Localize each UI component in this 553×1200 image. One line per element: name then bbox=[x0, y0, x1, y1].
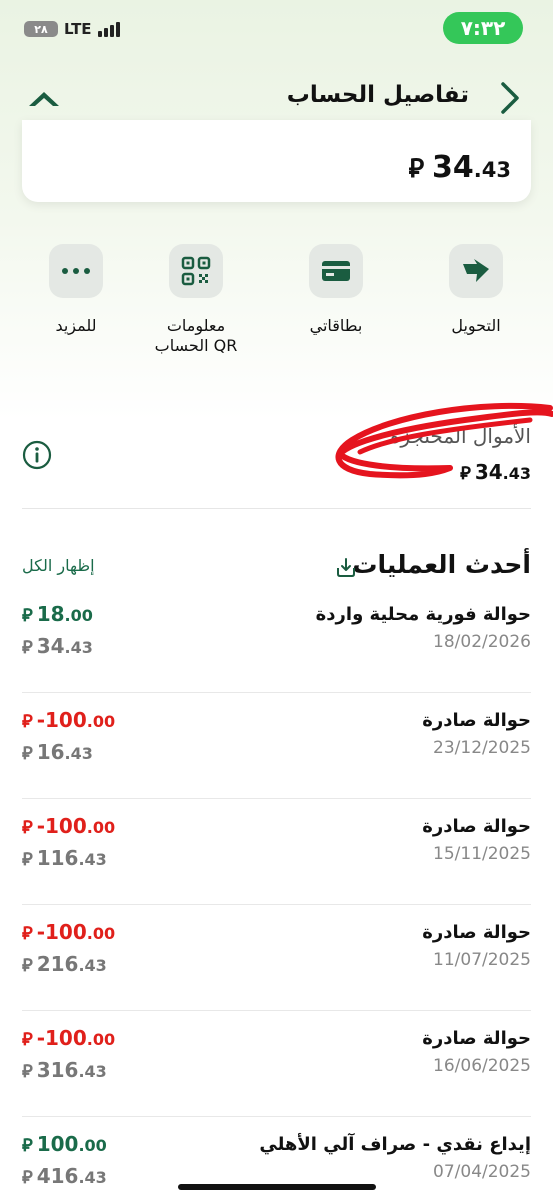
show-all-link[interactable]: إظهار الكل bbox=[22, 556, 95, 575]
transaction-balance: ⃁ 216.43 bbox=[22, 952, 107, 976]
divider bbox=[22, 508, 531, 509]
reserved-funds: الأموال المحتجزة ⃁ 34.43 bbox=[0, 420, 553, 490]
riyal-icon: ⃁ bbox=[22, 605, 33, 626]
chevron-up-icon[interactable] bbox=[26, 86, 62, 110]
riyal-icon: ⃁ bbox=[22, 1061, 33, 1082]
riyal-icon: ⃁ bbox=[22, 817, 33, 838]
action-label: للمزيد bbox=[55, 316, 97, 335]
balance-amount: ⃁ 34.43 bbox=[409, 150, 511, 185]
divider bbox=[22, 1010, 531, 1011]
transaction-amount: ⃁ -100.00 bbox=[22, 1026, 116, 1050]
transfer-icon bbox=[463, 259, 489, 282]
transaction-balance: ⃁ 116.43 bbox=[22, 846, 107, 870]
transaction-amount: ⃁ 18.00 bbox=[22, 602, 93, 626]
action-transfer[interactable]: التحويل bbox=[421, 244, 531, 336]
action-more[interactable]: للمزيد bbox=[21, 244, 131, 336]
transaction-balance: ⃁ 34.43 bbox=[22, 634, 93, 658]
riyal-icon: ⃁ bbox=[460, 463, 471, 484]
action-qr[interactable]: معلومات الحساب QR bbox=[141, 244, 251, 356]
riyal-icon: ⃁ bbox=[22, 743, 33, 764]
action-label: معلومات الحساب QR bbox=[154, 316, 238, 355]
transaction-amount: ⃁ -100.00 bbox=[22, 920, 116, 944]
reserved-amount: ⃁ 34.43 bbox=[460, 460, 531, 484]
divider bbox=[22, 1116, 531, 1117]
qr-icon bbox=[181, 256, 211, 286]
divider bbox=[22, 904, 531, 905]
quick-actions: التحويل بطاقاتي معلومات الحساب QR للمزيد bbox=[0, 244, 553, 364]
balance-int: 34 bbox=[432, 150, 474, 185]
riyal-icon: ⃁ bbox=[22, 849, 33, 870]
riyal-icon: ⃁ bbox=[22, 923, 33, 944]
network-type: LTE bbox=[64, 20, 92, 38]
transaction-row[interactable]: حوالة فورية محلية واردة 18/02/2026 ⃁ 18.… bbox=[0, 602, 553, 710]
transactions-header: أحدث العمليات إظهار الكل bbox=[0, 550, 553, 590]
transaction-row[interactable]: حوالة صادرة 11/07/2025 ⃁ -100.00 ⃁ 216.4… bbox=[0, 920, 553, 1028]
transaction-balance: ⃁ 416.43 bbox=[22, 1164, 107, 1188]
riyal-icon: ⃁ bbox=[22, 1167, 33, 1188]
page-title: تفاصيل الحساب bbox=[286, 82, 469, 108]
divider bbox=[22, 692, 531, 693]
riyal-icon: ⃁ bbox=[22, 955, 33, 976]
download-icon[interactable] bbox=[335, 556, 357, 578]
riyal-icon: ⃁ bbox=[22, 711, 33, 732]
status-indicators: ٢٨ LTE bbox=[24, 20, 120, 38]
balance-dec: .43 bbox=[473, 158, 511, 182]
more-icon bbox=[62, 268, 90, 274]
action-label: التحويل bbox=[451, 316, 501, 335]
divider bbox=[22, 798, 531, 799]
signal-icon bbox=[97, 21, 120, 37]
transaction-row[interactable]: حوالة صادرة 15/11/2025 ⃁ -100.00 ⃁ 116.4… bbox=[0, 814, 553, 922]
action-label: بطاقاتي bbox=[309, 316, 363, 335]
battery-icon: ٢٨ bbox=[24, 21, 58, 37]
info-icon[interactable] bbox=[22, 440, 52, 470]
status-time: ٧:٣٢ bbox=[443, 12, 523, 44]
balance-card[interactable]: ⃁ 34.43 bbox=[22, 120, 531, 202]
transactions-title: أحدث العمليات bbox=[352, 550, 531, 579]
transaction-row[interactable]: حوالة صادرة 16/06/2025 ⃁ -100.00 ⃁ 316.4… bbox=[0, 1026, 553, 1134]
riyal-icon: ⃁ bbox=[22, 1135, 33, 1156]
status-bar: ٢٨ LTE ٧:٣٢ bbox=[0, 0, 553, 64]
app-header: تفاصيل الحساب bbox=[0, 68, 553, 126]
reserved-label: الأموال المحتجزة bbox=[389, 424, 531, 448]
riyal-icon: ⃁ bbox=[408, 154, 425, 184]
transaction-amount: ⃁ 100.00 bbox=[22, 1132, 107, 1156]
card-icon bbox=[322, 261, 350, 281]
transaction-amount: ⃁ -100.00 bbox=[22, 708, 116, 732]
home-indicator[interactable] bbox=[178, 1184, 376, 1190]
transaction-amount: ⃁ -100.00 bbox=[22, 814, 116, 838]
transaction-row[interactable]: حوالة صادرة 23/12/2025 ⃁ -100.00 ⃁ 16.43 bbox=[0, 708, 553, 816]
transaction-balance: ⃁ 16.43 bbox=[22, 740, 93, 764]
action-cards[interactable]: بطاقاتي bbox=[281, 244, 391, 336]
riyal-icon: ⃁ bbox=[22, 637, 33, 658]
riyal-icon: ⃁ bbox=[22, 1029, 33, 1050]
transaction-balance: ⃁ 316.43 bbox=[22, 1058, 107, 1082]
back-chevron-icon[interactable] bbox=[497, 78, 525, 118]
